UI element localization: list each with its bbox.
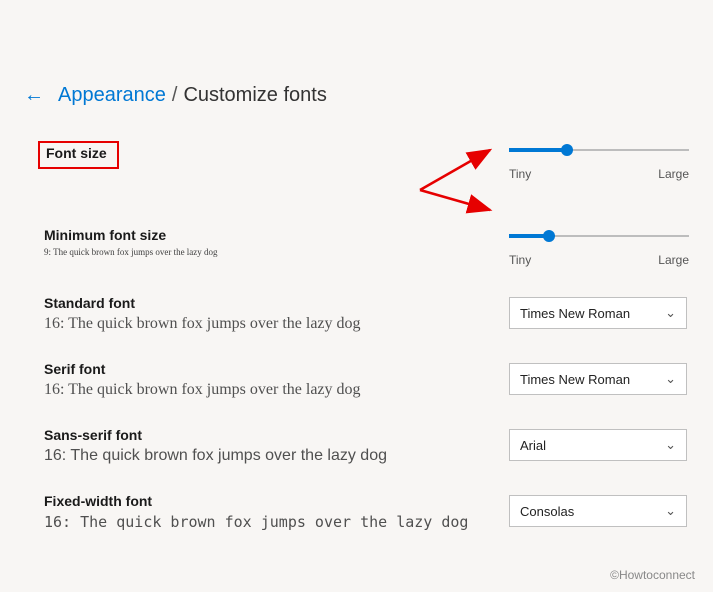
mono-font-row: Fixed-width font 16: The quick brown fox…	[44, 493, 689, 531]
breadcrumb-appearance-link[interactable]: Appearance	[58, 84, 166, 107]
font-size-highlight: Font size	[38, 141, 119, 169]
standard-font-sample: 16: The quick brown fox jumps over the l…	[44, 315, 489, 333]
min-font-size-slider[interactable]: Tiny Large	[509, 229, 689, 267]
min-font-size-label: Minimum font size	[44, 227, 489, 243]
font-size-row: Font size Tiny Large	[44, 141, 689, 199]
standard-font-dropdown[interactable]: Times New Roman ⌄	[509, 297, 687, 329]
chevron-down-icon: ⌄	[665, 503, 676, 519]
mono-font-label: Fixed-width font	[44, 493, 489, 509]
breadcrumb-current: Customize fonts	[183, 84, 326, 107]
slider-min-label: Tiny	[509, 167, 531, 181]
dropdown-value: Arial	[520, 438, 546, 453]
breadcrumb: ← Appearance / Customize fonts	[24, 84, 689, 107]
serif-font-row: Serif font 16: The quick brown fox jumps…	[44, 361, 689, 399]
mono-font-sample: 16: The quick brown fox jumps over the l…	[44, 513, 489, 531]
slider-max-label: Large	[658, 167, 689, 181]
serif-font-sample: 16: The quick brown fox jumps over the l…	[44, 381, 489, 399]
min-font-size-row: Minimum font size 9: The quick brown fox…	[44, 227, 689, 267]
font-size-slider[interactable]: Tiny Large	[509, 143, 689, 181]
standard-font-row: Standard font 16: The quick brown fox ju…	[44, 295, 689, 333]
sans-font-sample: 16: The quick brown fox jumps over the l…	[44, 447, 489, 465]
chevron-down-icon: ⌄	[665, 305, 676, 321]
breadcrumb-separator: /	[172, 84, 178, 107]
watermark: ©Howtoconnect	[610, 568, 695, 582]
chevron-down-icon: ⌄	[665, 437, 676, 453]
min-font-size-sample: 9: The quick brown fox jumps over the la…	[44, 247, 489, 257]
dropdown-value: Times New Roman	[520, 372, 630, 387]
font-size-label: Font size	[46, 145, 107, 161]
sans-font-row: Sans-serif font 16: The quick brown fox …	[44, 427, 689, 465]
standard-font-label: Standard font	[44, 295, 489, 311]
chevron-down-icon: ⌄	[665, 371, 676, 387]
serif-font-dropdown[interactable]: Times New Roman ⌄	[509, 363, 687, 395]
back-arrow-icon[interactable]: ←	[24, 84, 44, 107]
serif-font-label: Serif font	[44, 361, 489, 377]
slider-max-label: Large	[658, 253, 689, 267]
dropdown-value: Times New Roman	[520, 306, 630, 321]
slider-min-label: Tiny	[509, 253, 531, 267]
sans-font-dropdown[interactable]: Arial ⌄	[509, 429, 687, 461]
dropdown-value: Consolas	[520, 504, 574, 519]
mono-font-dropdown[interactable]: Consolas ⌄	[509, 495, 687, 527]
sans-font-label: Sans-serif font	[44, 427, 489, 443]
